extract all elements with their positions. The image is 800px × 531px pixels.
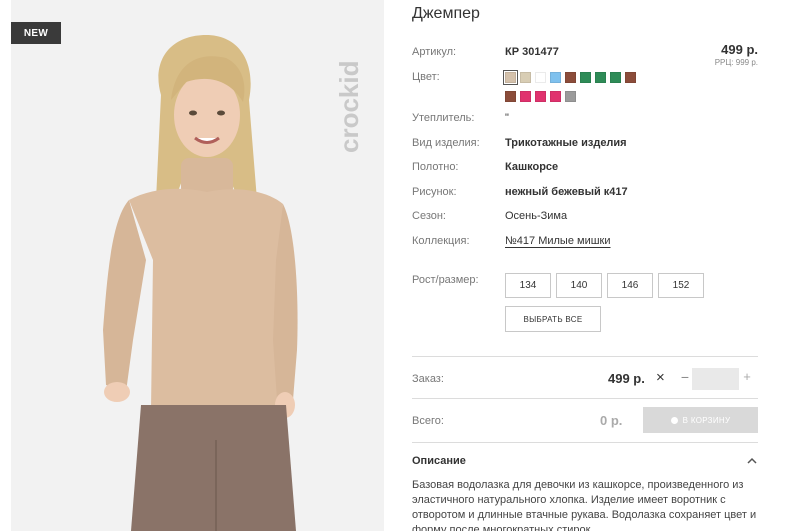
product-photo[interactable]: NEW crockid (11, 0, 384, 531)
article-value: КР 301477 (505, 46, 559, 58)
description-title[interactable]: Описание (412, 455, 466, 467)
color-swatch[interactable] (625, 72, 636, 83)
season-label: Сезон: (412, 210, 446, 222)
order-label: Заказ: (412, 373, 444, 385)
order-price: 499 р. (608, 371, 645, 386)
size-option-140[interactable]: 140 (556, 273, 602, 298)
pattern-value: нежный бежевый к417 (505, 186, 628, 198)
size-label: Рост/размер: (412, 274, 479, 286)
color-swatch[interactable] (503, 70, 518, 85)
collection-link[interactable]: №417 Милые мишки (505, 235, 611, 247)
article-label: Артикул: (412, 46, 457, 58)
pattern-label: Рисунок: (412, 186, 457, 198)
insulation-label: Утеплитель: (412, 112, 475, 124)
color-swatch[interactable] (565, 91, 576, 102)
color-swatch[interactable] (550, 91, 561, 102)
color-swatch[interactable] (520, 91, 531, 102)
remove-order-icon[interactable]: × (656, 369, 665, 386)
add-to-cart-label: В КОРЗИНУ (682, 415, 731, 425)
color-swatch[interactable] (565, 72, 576, 83)
color-swatch[interactable] (505, 91, 516, 102)
total-label: Всего: (412, 415, 444, 427)
product-info: Джемпер Артикул: КР 301477 499 р. РРЦ: 9… (412, 0, 762, 531)
quantity-decrease-button[interactable]: − (679, 369, 691, 385)
size-options: 134 140 146 152 (505, 273, 704, 298)
color-swatch[interactable] (580, 72, 591, 83)
divider (412, 356, 758, 357)
total-value: 0 р. (600, 413, 623, 428)
select-all-button[interactable]: ВЫБРАТЬ ВСЕ (505, 306, 601, 332)
color-swatch[interactable] (595, 72, 606, 83)
collection-label: Коллекция: (412, 235, 470, 247)
quantity-input[interactable] (692, 368, 739, 390)
cart-icon (670, 416, 678, 424)
type-label: Вид изделия: (412, 137, 480, 149)
size-option-152[interactable]: 152 (658, 273, 704, 298)
color-swatch[interactable] (550, 72, 561, 83)
fabric-value: Кашкорсе (505, 161, 559, 173)
color-swatch[interactable] (535, 72, 546, 83)
insulation-value: " (505, 112, 509, 124)
product-price: 499 р. (721, 42, 758, 57)
color-swatch[interactable] (610, 72, 621, 83)
chevron-up-icon[interactable] (746, 455, 758, 467)
brand-logo-icon: crockid (338, 61, 364, 154)
page-title: Джемпер (412, 5, 480, 22)
recommended-price: РРЦ: 999 р. (714, 58, 758, 67)
color-swatches (503, 70, 645, 102)
season-value: Осень-Зима (505, 210, 568, 222)
quantity-increase-button[interactable]: + (741, 369, 753, 384)
color-swatch[interactable] (520, 72, 531, 83)
size-option-146[interactable]: 146 (607, 273, 653, 298)
type-value: Трикотажные изделия (505, 137, 627, 149)
divider (412, 398, 758, 399)
brand-logo-text: crockid (338, 61, 364, 154)
color-label: Цвет: (412, 71, 440, 83)
new-badge: NEW (11, 22, 61, 44)
divider (412, 442, 758, 443)
model-illustration (11, 0, 384, 531)
description-text: Базовая водолазка для девочки из кашкорс… (412, 479, 757, 531)
add-to-cart-button[interactable]: В КОРЗИНУ (643, 407, 758, 433)
color-swatch[interactable] (535, 91, 546, 102)
fabric-label: Полотно: (412, 161, 459, 173)
size-option-134[interactable]: 134 (505, 273, 551, 298)
